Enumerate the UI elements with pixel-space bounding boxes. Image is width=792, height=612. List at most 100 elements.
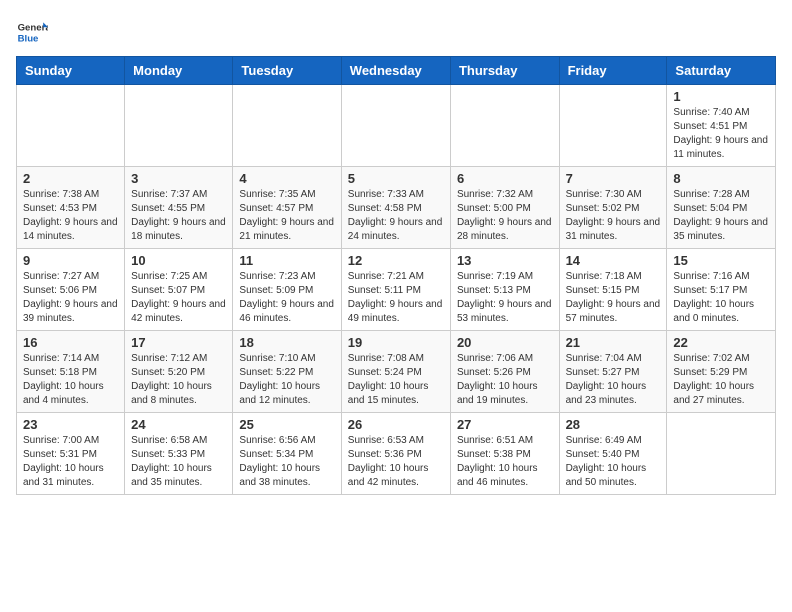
day-cell: 28 Sunrise: 6:49 AM Sunset: 5:40 PM Dayli… — [559, 413, 667, 495]
day-number: 3 — [131, 171, 226, 186]
day-number: 23 — [23, 417, 118, 432]
header-monday: Monday — [125, 57, 233, 85]
week-row-2: 2 Sunrise: 7:38 AM Sunset: 4:53 PM Daylig… — [17, 167, 776, 249]
day-cell: 4 Sunrise: 7:35 AM Sunset: 4:57 PM Daylig… — [233, 167, 341, 249]
header-row: SundayMondayTuesdayWednesdayThursdayFrid… — [17, 57, 776, 85]
day-cell — [667, 413, 776, 495]
day-info: Sunrise: 7:21 AM Sunset: 5:11 PM Dayligh… — [348, 270, 444, 326]
day-info: Sunrise: 7:38 AM Sunset: 4:53 PM Dayligh… — [23, 188, 118, 244]
day-number: 28 — [566, 417, 661, 432]
header-friday: Friday — [559, 57, 667, 85]
day-cell: 17 Sunrise: 7:12 AM Sunset: 5:20 PM Dayli… — [125, 331, 233, 413]
day-cell: 12 Sunrise: 7:21 AM Sunset: 5:11 PM Dayli… — [341, 249, 450, 331]
day-cell: 1 Sunrise: 7:40 AM Sunset: 4:51 PM Daylig… — [667, 85, 776, 167]
day-info: Sunrise: 6:51 AM Sunset: 5:38 PM Dayligh… — [457, 434, 553, 490]
day-cell — [17, 85, 125, 167]
day-number: 26 — [348, 417, 444, 432]
day-cell: 14 Sunrise: 7:18 AM Sunset: 5:15 PM Dayli… — [559, 249, 667, 331]
day-info: Sunrise: 6:53 AM Sunset: 5:36 PM Dayligh… — [348, 434, 444, 490]
day-cell: 6Sunrise: 7:32 AM Sunset: 5:00 PM Daylig… — [450, 167, 559, 249]
day-number: 20 — [457, 335, 553, 350]
day-number: 27 — [457, 417, 553, 432]
day-info: Sunrise: 7:02 AM Sunset: 5:29 PM Dayligh… — [673, 352, 769, 408]
day-number: 14 — [566, 253, 661, 268]
day-cell: 21 Sunrise: 7:04 AM Sunset: 5:27 PM Dayli… — [559, 331, 667, 413]
day-number: 9 — [23, 253, 118, 268]
svg-text:Blue: Blue — [18, 34, 39, 45]
day-number: 6 — [457, 171, 553, 186]
day-info: Sunrise: 7:18 AM Sunset: 5:15 PM Dayligh… — [566, 270, 661, 326]
header-tuesday: Tuesday — [233, 57, 341, 85]
day-cell: 10 Sunrise: 7:25 AM Sunset: 5:07 PM Dayli… — [125, 249, 233, 331]
day-number: 11 — [239, 253, 334, 268]
day-cell: 20Sunrise: 7:06 AM Sunset: 5:26 PM Dayli… — [450, 331, 559, 413]
day-info: Sunrise: 7:23 AM Sunset: 5:09 PM Dayligh… — [239, 270, 334, 326]
day-info: Sunrise: 7:40 AM Sunset: 4:51 PM Dayligh… — [673, 106, 769, 162]
day-number: 2 — [23, 171, 118, 186]
calendar-table: SundayMondayTuesdayWednesdayThursdayFrid… — [16, 56, 776, 495]
day-info: Sunrise: 7:00 AM Sunset: 5:31 PM Dayligh… — [23, 434, 118, 490]
day-number: 13 — [457, 253, 553, 268]
day-number: 7 — [566, 171, 661, 186]
day-number: 24 — [131, 417, 226, 432]
day-cell: 24 Sunrise: 6:58 AM Sunset: 5:33 PM Dayli… — [125, 413, 233, 495]
header-thursday: Thursday — [450, 57, 559, 85]
week-row-1: 1 Sunrise: 7:40 AM Sunset: 4:51 PM Daylig… — [17, 85, 776, 167]
week-row-5: 23 Sunrise: 7:00 AM Sunset: 5:31 PM Dayli… — [17, 413, 776, 495]
day-info: Sunrise: 7:37 AM Sunset: 4:55 PM Dayligh… — [131, 188, 226, 244]
logo: General Blue — [16, 16, 48, 48]
day-cell — [450, 85, 559, 167]
day-number: 12 — [348, 253, 444, 268]
day-cell — [341, 85, 450, 167]
header-saturday: Saturday — [667, 57, 776, 85]
day-cell: 8Sunrise: 7:28 AM Sunset: 5:04 PM Daylig… — [667, 167, 776, 249]
page-header: General Blue — [16, 16, 776, 48]
day-cell: 19 Sunrise: 7:08 AM Sunset: 5:24 PM Dayli… — [341, 331, 450, 413]
day-number: 10 — [131, 253, 226, 268]
day-cell: 27 Sunrise: 6:51 AM Sunset: 5:38 PM Dayli… — [450, 413, 559, 495]
day-info: Sunrise: 7:25 AM Sunset: 5:07 PM Dayligh… — [131, 270, 226, 326]
day-cell: 7 Sunrise: 7:30 AM Sunset: 5:02 PM Daylig… — [559, 167, 667, 249]
day-number: 4 — [239, 171, 334, 186]
day-info: Sunrise: 6:49 AM Sunset: 5:40 PM Dayligh… — [566, 434, 661, 490]
day-info: Sunrise: 7:04 AM Sunset: 5:27 PM Dayligh… — [566, 352, 661, 408]
day-cell: 23 Sunrise: 7:00 AM Sunset: 5:31 PM Dayli… — [17, 413, 125, 495]
day-number: 17 — [131, 335, 226, 350]
day-cell: 9Sunrise: 7:27 AM Sunset: 5:06 PM Daylig… — [17, 249, 125, 331]
day-cell — [125, 85, 233, 167]
day-number: 21 — [566, 335, 661, 350]
day-number: 22 — [673, 335, 769, 350]
day-info: Sunrise: 7:10 AM Sunset: 5:22 PM Dayligh… — [239, 352, 334, 408]
day-cell: 26 Sunrise: 6:53 AM Sunset: 5:36 PM Dayli… — [341, 413, 450, 495]
day-cell: 18Sunrise: 7:10 AM Sunset: 5:22 PM Dayli… — [233, 331, 341, 413]
day-info: Sunrise: 7:14 AM Sunset: 5:18 PM Dayligh… — [23, 352, 118, 408]
header-sunday: Sunday — [17, 57, 125, 85]
day-cell: 11 Sunrise: 7:23 AM Sunset: 5:09 PM Dayli… — [233, 249, 341, 331]
day-info: Sunrise: 7:33 AM Sunset: 4:58 PM Dayligh… — [348, 188, 444, 244]
day-info: Sunrise: 7:16 AM Sunset: 5:17 PM Dayligh… — [673, 270, 769, 326]
day-cell: 16 Sunrise: 7:14 AM Sunset: 5:18 PM Dayli… — [17, 331, 125, 413]
day-cell — [233, 85, 341, 167]
header-wednesday: Wednesday — [341, 57, 450, 85]
week-row-3: 9Sunrise: 7:27 AM Sunset: 5:06 PM Daylig… — [17, 249, 776, 331]
day-info: Sunrise: 7:08 AM Sunset: 5:24 PM Dayligh… — [348, 352, 444, 408]
day-number: 5 — [348, 171, 444, 186]
day-info: Sunrise: 6:56 AM Sunset: 5:34 PM Dayligh… — [239, 434, 334, 490]
day-cell: 25 Sunrise: 6:56 AM Sunset: 5:34 PM Dayli… — [233, 413, 341, 495]
day-number: 25 — [239, 417, 334, 432]
day-number: 1 — [673, 89, 769, 104]
day-info: Sunrise: 7:19 AM Sunset: 5:13 PM Dayligh… — [457, 270, 553, 326]
day-info: Sunrise: 6:58 AM Sunset: 5:33 PM Dayligh… — [131, 434, 226, 490]
day-info: Sunrise: 7:28 AM Sunset: 5:04 PM Dayligh… — [673, 188, 769, 244]
day-info: Sunrise: 7:30 AM Sunset: 5:02 PM Dayligh… — [566, 188, 661, 244]
day-info: Sunrise: 7:35 AM Sunset: 4:57 PM Dayligh… — [239, 188, 334, 244]
day-number: 16 — [23, 335, 118, 350]
day-cell: 2 Sunrise: 7:38 AM Sunset: 4:53 PM Daylig… — [17, 167, 125, 249]
day-cell: 13 Sunrise: 7:19 AM Sunset: 5:13 PM Dayli… — [450, 249, 559, 331]
day-info: Sunrise: 7:12 AM Sunset: 5:20 PM Dayligh… — [131, 352, 226, 408]
day-cell — [559, 85, 667, 167]
day-cell: 5 Sunrise: 7:33 AM Sunset: 4:58 PM Daylig… — [341, 167, 450, 249]
day-number: 15 — [673, 253, 769, 268]
day-cell: 15 Sunrise: 7:16 AM Sunset: 5:17 PM Dayli… — [667, 249, 776, 331]
day-number: 19 — [348, 335, 444, 350]
